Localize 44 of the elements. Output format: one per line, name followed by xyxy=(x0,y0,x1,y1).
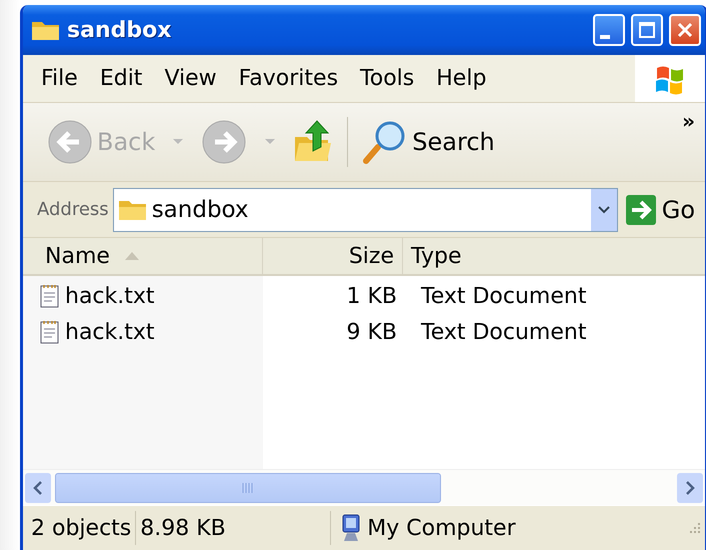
window-title: sandbox xyxy=(67,18,172,42)
go-button[interactable]: Go xyxy=(622,194,699,224)
text-file-icon xyxy=(39,319,61,345)
search-button[interactable]: Search xyxy=(358,119,499,165)
resize-grip-icon[interactable] xyxy=(687,521,701,535)
status-size: 8.98 KB xyxy=(136,511,332,545)
address-label: Address xyxy=(37,199,109,220)
minimize-icon xyxy=(600,35,610,39)
horizontal-scrollbar[interactable] xyxy=(23,469,705,505)
address-field[interactable]: sandbox xyxy=(112,188,618,232)
grip-icon xyxy=(242,482,254,492)
status-count: 2 objects xyxy=(27,511,136,545)
file-size: 1 KB xyxy=(346,284,397,308)
file-name[interactable]: hack.txt xyxy=(65,284,155,308)
menu-item[interactable]: Favorites xyxy=(238,66,352,91)
close-icon xyxy=(675,20,695,40)
column-header[interactable]: Type xyxy=(403,238,470,274)
menu-item[interactable]: Edit xyxy=(100,66,156,91)
scroll-thumb[interactable] xyxy=(55,472,441,502)
sort-arrow-icon xyxy=(124,251,140,261)
file-type: Text Document xyxy=(421,320,586,344)
column-header[interactable]: Size xyxy=(263,238,403,274)
menu-item[interactable]: View xyxy=(164,66,231,91)
maximize-icon xyxy=(637,20,657,40)
dropdown-button[interactable] xyxy=(590,188,617,230)
toolbar-overflow-chevron[interactable]: » xyxy=(682,109,695,133)
computer-icon xyxy=(341,514,362,542)
chevron-left-icon xyxy=(33,480,43,494)
menu-item[interactable]: File xyxy=(41,66,92,91)
chevron-down-icon xyxy=(598,206,610,214)
chevron-right-icon xyxy=(685,480,695,494)
menu-item[interactable]: Tools xyxy=(360,66,428,91)
scroll-left-button[interactable] xyxy=(25,472,51,502)
scroll-right-button[interactable] xyxy=(677,472,703,502)
column-header[interactable]: Name xyxy=(23,238,263,274)
close-button[interactable] xyxy=(669,14,701,46)
file-type: Text Document xyxy=(421,284,586,308)
maximize-button[interactable] xyxy=(631,14,663,46)
text-file-icon xyxy=(39,283,61,309)
minimize-button[interactable] xyxy=(593,14,625,46)
status-zone: My Computer xyxy=(367,516,516,540)
file-size: 9 KB xyxy=(346,320,397,344)
menu-item[interactable]: Help xyxy=(436,66,500,91)
file-name[interactable]: hack.txt xyxy=(65,320,155,344)
